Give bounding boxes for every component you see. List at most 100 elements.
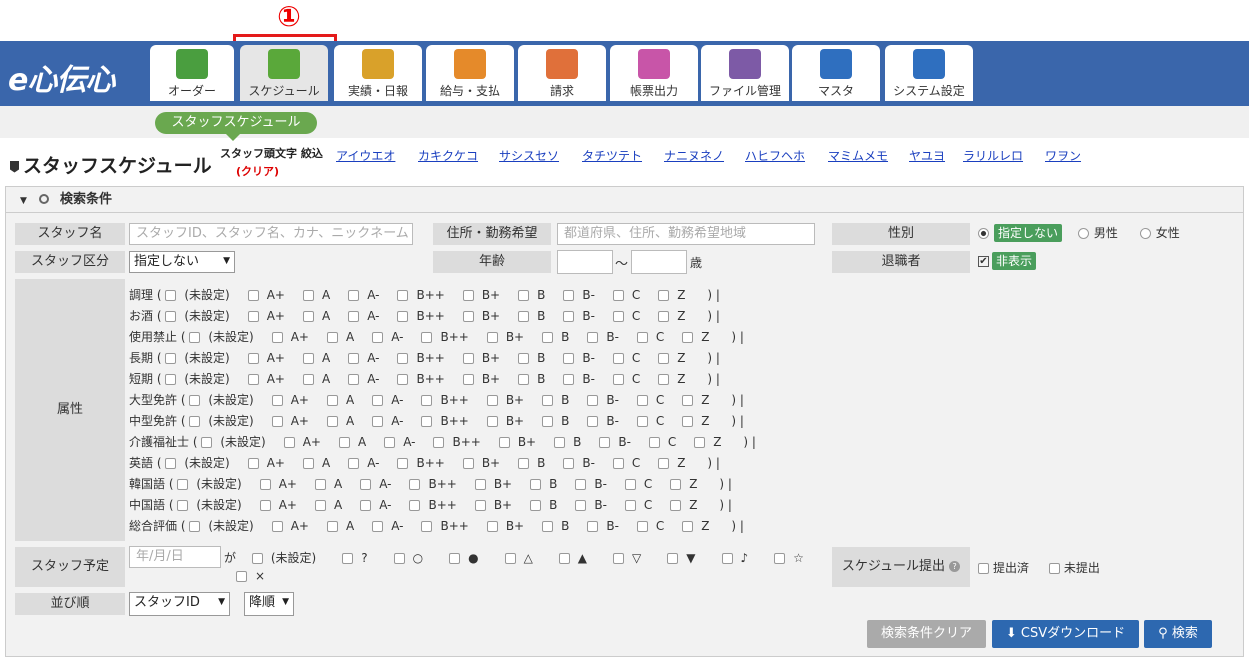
kana-filter-link[interactable]: タチツテト — [582, 147, 642, 164]
attribute-checkbox[interactable] — [247, 458, 259, 469]
attribute-checkbox[interactable] — [189, 521, 201, 532]
kana-filter-link[interactable]: サシスセソ — [499, 147, 559, 164]
attribute-checkbox[interactable] — [247, 290, 259, 301]
attribute-checkbox[interactable] — [599, 437, 611, 448]
address-input[interactable]: 都道府県、住所、勤務希望地域 — [557, 223, 815, 245]
staff-plan-checkbox[interactable] — [613, 553, 625, 564]
attribute-checkbox[interactable] — [462, 311, 474, 322]
attribute-checkbox[interactable] — [165, 374, 177, 385]
tab-papers[interactable]: 帳票出力 — [610, 45, 698, 101]
attribute-checkbox[interactable] — [612, 374, 624, 385]
attribute-checkbox[interactable] — [518, 290, 530, 301]
attribute-checkbox[interactable] — [518, 311, 530, 322]
attribute-checkbox[interactable] — [474, 500, 486, 511]
age-max-input[interactable] — [631, 250, 687, 274]
staff-plan-checkbox[interactable] — [449, 553, 461, 564]
attribute-checkbox[interactable] — [498, 437, 510, 448]
gender-male-radio[interactable] — [1077, 228, 1089, 239]
attribute-checkbox[interactable] — [421, 332, 433, 343]
sort-field-select[interactable]: スタッフID — [129, 592, 230, 616]
staff-plan-checkbox[interactable] — [667, 553, 679, 564]
attribute-checkbox[interactable] — [409, 500, 421, 511]
attribute-checkbox[interactable] — [474, 479, 486, 490]
staff-plan-checkbox[interactable] — [504, 553, 516, 564]
retired-checkbox[interactable]: ✔ — [978, 256, 989, 267]
kana-filter-link[interactable]: カキクケコ — [418, 147, 478, 164]
attribute-checkbox[interactable] — [271, 395, 283, 406]
attribute-checkbox[interactable] — [372, 395, 384, 406]
attribute-checkbox[interactable] — [542, 416, 554, 427]
attribute-checkbox[interactable] — [462, 374, 474, 385]
tab-handshake[interactable]: オーダー — [150, 45, 234, 101]
attribute-checkbox[interactable] — [326, 416, 338, 427]
attribute-checkbox[interactable] — [530, 500, 542, 511]
attribute-checkbox[interactable] — [563, 458, 575, 469]
attribute-checkbox[interactable] — [177, 479, 189, 490]
gender-unspecified-radio[interactable] — [978, 228, 989, 239]
kana-filter-link[interactable]: マミムメモ — [828, 147, 888, 164]
attribute-checkbox[interactable] — [462, 353, 474, 364]
attribute-checkbox[interactable] — [302, 353, 314, 364]
attribute-checkbox[interactable] — [421, 521, 433, 532]
attribute-checkbox[interactable] — [271, 521, 283, 532]
attribute-checkbox[interactable] — [302, 290, 314, 301]
attribute-checkbox[interactable] — [486, 395, 498, 406]
attribute-checkbox[interactable] — [554, 437, 566, 448]
tab-folder[interactable]: ファイル管理 — [701, 45, 789, 101]
attribute-checkbox[interactable] — [612, 353, 624, 364]
attribute-checkbox[interactable] — [563, 311, 575, 322]
staff-plan-checkbox[interactable] — [558, 553, 570, 564]
attribute-checkbox[interactable] — [372, 332, 384, 343]
staff-plan-checkbox[interactable] — [236, 571, 247, 582]
staff-type-select[interactable]: 指定しない — [129, 251, 235, 273]
attribute-checkbox[interactable] — [283, 437, 295, 448]
attribute-checkbox[interactable] — [372, 521, 384, 532]
attribute-checkbox[interactable] — [682, 521, 694, 532]
attribute-checkbox[interactable] — [575, 479, 587, 490]
attribute-checkbox[interactable] — [271, 332, 283, 343]
attribute-checkbox[interactable] — [271, 416, 283, 427]
attribute-checkbox[interactable] — [189, 395, 201, 406]
help-icon[interactable]: ? — [949, 561, 961, 572]
attribute-checkbox[interactable] — [670, 500, 682, 511]
attribute-checkbox[interactable] — [612, 458, 624, 469]
sort-order-select[interactable]: 降順 — [244, 592, 294, 616]
attribute-checkbox[interactable] — [421, 416, 433, 427]
staff-name-input[interactable]: スタッフID、スタッフ名、カナ、ニックネーム — [129, 223, 413, 245]
search-button[interactable]: ⚲ 検索 — [1144, 620, 1212, 648]
attribute-checkbox[interactable] — [314, 479, 326, 490]
attribute-checkbox[interactable] — [259, 500, 271, 511]
subnav-staff-schedule[interactable]: スタッフスケジュール — [155, 112, 317, 141]
attribute-checkbox[interactable] — [259, 479, 271, 490]
attribute-checkbox[interactable] — [247, 374, 259, 385]
attribute-checkbox[interactable] — [189, 416, 201, 427]
kana-filter-link[interactable]: ハヒフヘホ — [745, 147, 805, 164]
attribute-checkbox[interactable] — [658, 374, 670, 385]
staff-plan-checkbox[interactable] — [251, 553, 263, 564]
attribute-checkbox[interactable] — [658, 311, 670, 322]
staff-plan-checkbox[interactable] — [774, 553, 786, 564]
attribute-checkbox[interactable] — [302, 458, 314, 469]
attribute-checkbox[interactable] — [486, 521, 498, 532]
attribute-checkbox[interactable] — [397, 458, 409, 469]
attribute-checkbox[interactable] — [326, 521, 338, 532]
attribute-checkbox[interactable] — [348, 290, 360, 301]
attribute-checkbox[interactable] — [433, 437, 445, 448]
attribute-checkbox[interactable] — [682, 416, 694, 427]
attribute-checkbox[interactable] — [682, 332, 694, 343]
attribute-checkbox[interactable] — [165, 290, 177, 301]
attribute-checkbox[interactable] — [397, 374, 409, 385]
attribute-checkbox[interactable] — [462, 458, 474, 469]
attribute-checkbox[interactable] — [587, 395, 599, 406]
attribute-checkbox[interactable] — [326, 395, 338, 406]
attribute-checkbox[interactable] — [694, 437, 706, 448]
tab-book[interactable]: 実績・日報 — [334, 45, 422, 101]
attribute-checkbox[interactable] — [648, 437, 660, 448]
attribute-checkbox[interactable] — [302, 311, 314, 322]
attribute-checkbox[interactable] — [658, 458, 670, 469]
attribute-checkbox[interactable] — [360, 500, 372, 511]
attribute-checkbox[interactable] — [563, 374, 575, 385]
tab-billing[interactable]: 請求 — [518, 45, 606, 101]
attribute-checkbox[interactable] — [247, 353, 259, 364]
tab-database[interactable]: マスタ — [792, 45, 880, 101]
